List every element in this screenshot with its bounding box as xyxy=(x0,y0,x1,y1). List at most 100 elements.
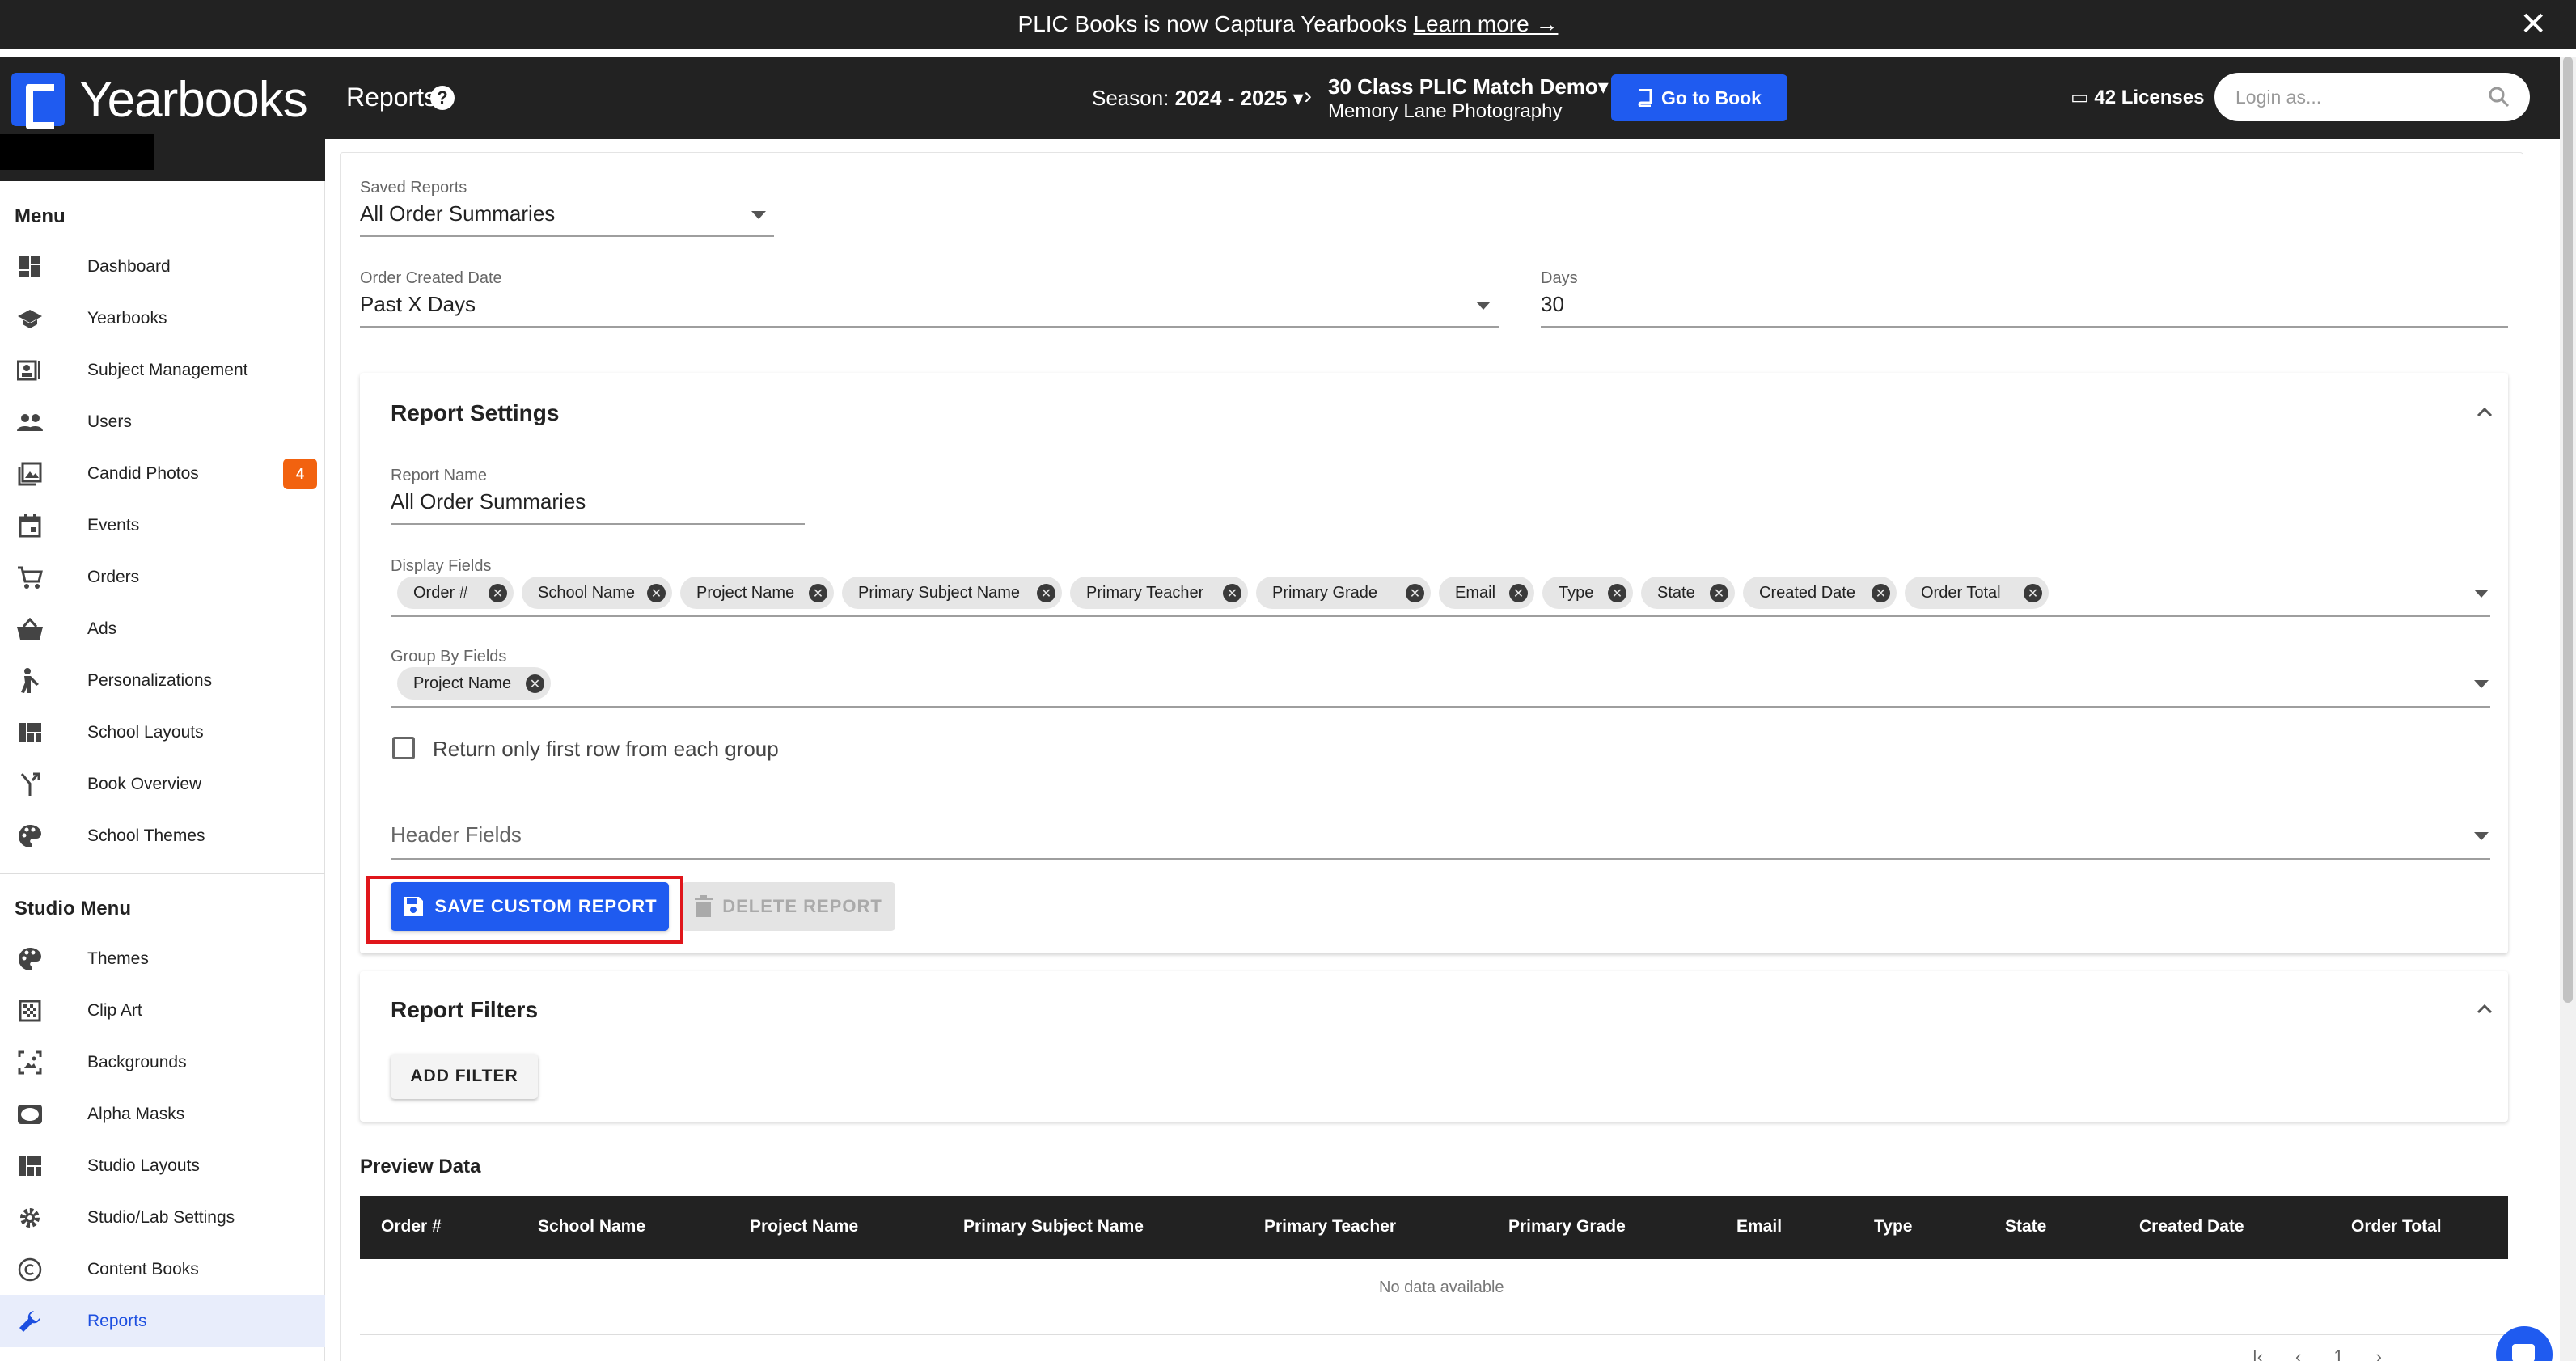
chip-label: Primary Subject Name xyxy=(858,583,1021,602)
search-icon[interactable] xyxy=(2486,84,2512,110)
column-header[interactable]: Type xyxy=(1874,1217,1912,1236)
remove-chip-icon[interactable]: ✕ xyxy=(1509,584,1528,602)
prev-page-icon[interactable]: ‹ xyxy=(2295,1346,2301,1361)
sidebar-item-reports[interactable]: Reports xyxy=(0,1295,325,1347)
remove-chip-icon[interactable]: ✕ xyxy=(1406,584,1424,602)
sidebar-item-school-themes[interactable]: School Themes xyxy=(0,810,325,862)
chip-label: State xyxy=(1657,583,1695,602)
remove-chip-icon[interactable]: ✕ xyxy=(1872,584,1890,602)
column-header[interactable]: State xyxy=(2005,1217,2046,1236)
sidebar-item-label: Orders xyxy=(87,568,140,586)
display-field-chip: Order # ✕ xyxy=(397,577,514,609)
licenses-label: 42 Licenses xyxy=(2094,87,2205,108)
column-header[interactable]: Primary Subject Name xyxy=(963,1217,1144,1236)
login-as-input[interactable]: Login as... xyxy=(2214,73,2530,121)
column-header[interactable]: Created Date xyxy=(2139,1217,2244,1236)
add-filter-button[interactable]: ADD FILTER xyxy=(391,1054,538,1099)
order-created-underline xyxy=(360,326,1499,328)
sidebar-item-subject-management[interactable]: Subject Management xyxy=(0,344,325,396)
group-by-underline xyxy=(391,706,2490,708)
sidebar-item-label: Alpha Masks xyxy=(87,1105,185,1123)
remove-chip-icon[interactable]: ✕ xyxy=(489,584,507,602)
chip-label: Email xyxy=(1455,583,1496,602)
season-selector[interactable]: Season: 2024 - 2025 ▾ xyxy=(1092,86,1304,111)
photos-icon xyxy=(16,460,44,488)
first-row-checkbox[interactable] xyxy=(392,737,415,759)
basket-icon xyxy=(16,615,44,643)
learn-more-link[interactable]: Learn more → xyxy=(1413,11,1558,37)
column-header[interactable]: Order Total xyxy=(2351,1217,2442,1236)
remove-chip-icon[interactable]: ✕ xyxy=(526,674,544,693)
header-fields-label: Header Fields xyxy=(391,822,522,847)
scrollbar-thumb[interactable] xyxy=(2563,57,2573,1003)
column-header[interactable]: Email xyxy=(1736,1217,1782,1236)
page-scrollbar[interactable] xyxy=(2560,57,2576,1361)
cart-icon xyxy=(16,564,44,591)
column-header[interactable]: Order # xyxy=(381,1217,442,1236)
sidebar-item-alpha-masks[interactable]: Alpha Masks xyxy=(0,1088,325,1140)
chip-label: Project Name xyxy=(413,674,512,692)
caret-down-icon xyxy=(1476,302,1491,310)
sidebar-item-themes[interactable]: Themes xyxy=(0,933,325,985)
report-editor: Saved Reports All Order Summaries Order … xyxy=(340,152,2523,1361)
chip-label: Order # xyxy=(413,583,468,602)
brand-name: Yearbooks xyxy=(79,72,308,128)
next-page-icon[interactable]: › xyxy=(2376,1346,2382,1361)
sidebar-item-label: Candid Photos xyxy=(87,464,199,483)
brand-header: Yearbooks xyxy=(0,57,325,181)
credit-card-icon: ▭ xyxy=(2071,87,2089,108)
go-to-book-button[interactable]: Go to Book xyxy=(1611,74,1787,121)
display-field-chip: Primary Subject Name ✕ xyxy=(842,577,1062,609)
project-name: 30 Class PLIC Match Demo xyxy=(1328,74,1598,99)
chevron-up-icon[interactable] xyxy=(2476,1000,2494,1018)
column-header[interactable]: School Name xyxy=(538,1217,645,1236)
remove-chip-icon[interactable]: ✕ xyxy=(647,584,666,602)
remove-chip-icon[interactable]: ✕ xyxy=(1223,584,1241,602)
help-icon[interactable]: ? xyxy=(430,86,455,110)
remove-chip-icon[interactable]: ✕ xyxy=(1710,584,1728,602)
chevron-up-icon[interactable] xyxy=(2476,404,2494,421)
go-to-book-label: Go to Book xyxy=(1661,87,1762,108)
remove-chip-icon[interactable]: ✕ xyxy=(1037,584,1055,602)
display-field-chip: Created Date ✕ xyxy=(1743,577,1897,609)
first-page-icon[interactable]: |‹ xyxy=(2252,1346,2263,1361)
redacted-box xyxy=(0,134,154,170)
column-header[interactable]: Project Name xyxy=(750,1217,858,1236)
sidebar-item-clip-art[interactable]: Clip Art xyxy=(0,985,325,1037)
sidebar-item-studio-lab-settings[interactable]: Studio/Lab Settings xyxy=(0,1192,325,1244)
sidebar-item-backgrounds[interactable]: Backgrounds xyxy=(0,1037,325,1088)
sidebar-item-studio-layouts[interactable]: Studio Layouts xyxy=(0,1140,325,1192)
saved-reports-underline xyxy=(360,235,774,237)
sidebar-item-book-overview[interactable]: Book Overview xyxy=(0,759,325,810)
sidebar-item-candid-photos[interactable]: Candid Photos 4 xyxy=(0,448,325,500)
project-selector[interactable]: 30 Class PLIC Match Demo▾ xyxy=(1328,74,1609,99)
sidebar-item-content-books[interactable]: Content Books xyxy=(0,1244,325,1295)
report-settings-title: Report Settings xyxy=(391,400,560,425)
id-card-icon xyxy=(16,357,44,384)
sidebar-item-label: Clip Art xyxy=(87,1001,142,1020)
merge-icon xyxy=(16,771,44,798)
sidebar-item-events[interactable]: Events xyxy=(0,500,325,552)
column-header[interactable]: Primary Teacher xyxy=(1264,1217,1396,1236)
sidebar-item-personalizations[interactable]: Personalizations xyxy=(0,655,325,707)
sidebar-item-dashboard[interactable]: Dashboard xyxy=(0,241,325,293)
sidebar-item-school-layouts[interactable]: School Layouts xyxy=(0,707,325,759)
pagination: |‹ ‹ 1 › xyxy=(2252,1346,2382,1361)
sidebar-item-users[interactable]: Users xyxy=(0,396,325,448)
remove-chip-icon[interactable]: ✕ xyxy=(809,584,827,602)
column-header[interactable]: Primary Grade xyxy=(1508,1217,1626,1236)
person-icon xyxy=(16,667,44,695)
close-icon[interactable]: ✕ xyxy=(2519,8,2547,40)
sidebar-item-yearbooks[interactable]: Yearbooks xyxy=(0,293,325,344)
sidebar-item-ads[interactable]: Ads xyxy=(0,603,325,655)
remove-chip-icon[interactable]: ✕ xyxy=(1608,584,1626,602)
sidebar-item-orders[interactable]: Orders xyxy=(0,552,325,603)
report-filters-card: Report Filters ADD FILTER xyxy=(360,971,2508,1122)
season-label: Season: xyxy=(1092,86,1170,110)
delete-report-button[interactable]: DELETE REPORT xyxy=(682,882,895,931)
remove-chip-icon[interactable]: ✕ xyxy=(2024,584,2042,602)
report-name-label: Report Name xyxy=(391,467,487,484)
sidebar-item-label: Subject Management xyxy=(87,361,248,379)
display-field-chip: Primary Grade ✕ xyxy=(1256,577,1431,609)
gear-icon xyxy=(16,1204,44,1232)
